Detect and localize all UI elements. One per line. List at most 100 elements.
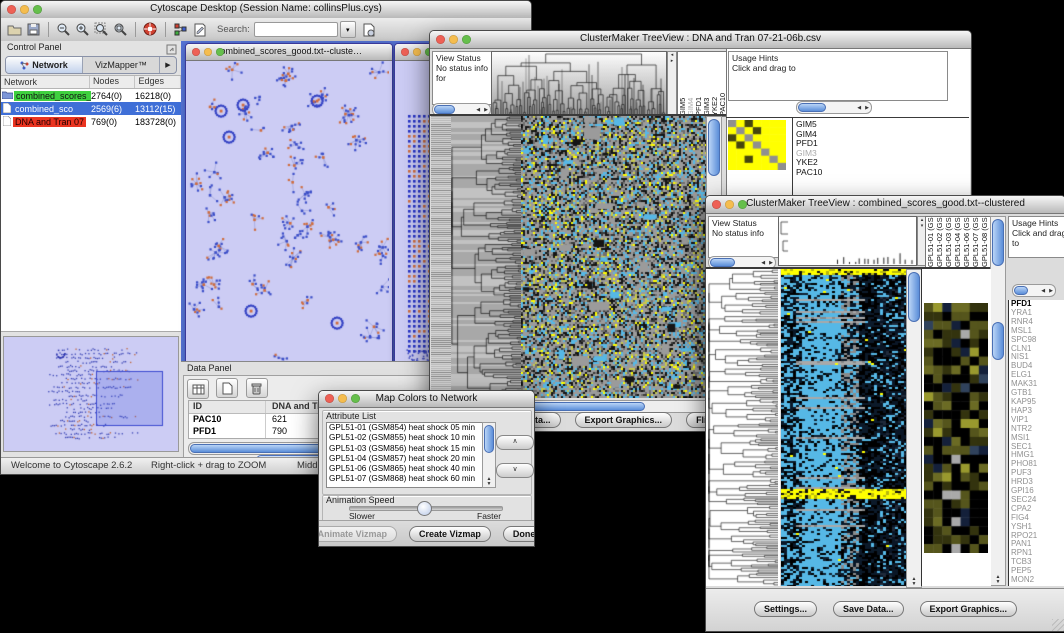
minimize-button[interactable] — [20, 5, 29, 14]
resize-grip[interactable] — [1052, 619, 1064, 631]
column-label[interactable]: GPL51-07 (GSM868) — [971, 217, 980, 267]
zoom-button[interactable] — [462, 35, 471, 44]
save-icon[interactable] — [24, 21, 43, 39]
minimize-button[interactable] — [413, 48, 421, 56]
col-edges[interactable]: Edges — [135, 76, 181, 88]
column-label[interactable]: GPL51-01 (GSM854) — [926, 217, 935, 267]
table-icon[interactable] — [187, 379, 209, 399]
heatmap[interactable] — [521, 116, 706, 398]
network-nodes: 769(0) — [91, 117, 135, 127]
report-icon[interactable] — [360, 21, 379, 39]
zoom-in-icon[interactable] — [73, 21, 92, 39]
usage-hints-text: Click and drag to — [732, 63, 944, 73]
gene-item[interactable]: MON2 — [1011, 576, 1064, 585]
network-list-empty-area — [1, 128, 181, 332]
network-view-window[interactable]: combined_scores_good.txt--cluste… — [185, 43, 393, 371]
network-name: combined_sco — [13, 104, 75, 114]
close-button[interactable] — [7, 5, 16, 14]
minimize-button[interactable] — [338, 394, 347, 403]
network-overview-icon[interactable] — [171, 21, 190, 39]
minimize-button[interactable] — [725, 200, 734, 209]
column-label[interactable]: GPL51-04 (GSM857) — [953, 217, 962, 267]
col-network[interactable]: Network — [1, 76, 90, 88]
column-label[interactable]: GPL51-08 (GSM872) — [980, 217, 989, 267]
tab-network[interactable]: Network — [6, 57, 83, 73]
column-label[interactable]: GIM4 — [686, 52, 694, 116]
col-nodes[interactable]: Nodes — [90, 76, 136, 88]
column-label[interactable]: GIM5 — [678, 52, 686, 116]
row-label-strip[interactable] — [431, 116, 451, 398]
animation-slider-thumb[interactable] — [417, 501, 432, 516]
column-label[interactable]: GPL51-06 (GSM865) — [962, 217, 971, 267]
row-dendrogram[interactable] — [451, 116, 521, 398]
heatmap-vscrollbar[interactable]: ▲▼ — [906, 269, 922, 588]
network-row[interactable]: combined_scores_2764(0)16218(0) — [1, 89, 181, 102]
animate-vizmap-button[interactable]: Animate Vizmap — [318, 526, 397, 542]
zoom-out-icon[interactable] — [54, 21, 73, 39]
move-up-button[interactable]: ∧ — [496, 435, 534, 450]
column-dendrogram[interactable] — [778, 216, 917, 266]
heatmap[interactable] — [781, 269, 906, 586]
attribute-item[interactable]: GPL51-04 (GSM857) heat shock 20 min — [329, 454, 485, 464]
open-icon[interactable] — [5, 21, 24, 39]
help-ring-icon[interactable] — [141, 21, 160, 39]
create-vizmap-button[interactable]: Create Vizmap — [409, 526, 491, 542]
network-row[interactable]: combined_sco2569(6)13112(15) — [1, 102, 181, 115]
close-button[interactable] — [436, 35, 445, 44]
mini-heatmap[interactable] — [728, 120, 786, 170]
zoom-button[interactable] — [216, 48, 224, 56]
attribute-item[interactable]: GPL51-06 (GSM865) heat shock 40 min — [329, 464, 485, 474]
column-label[interactable]: YKE2 — [710, 52, 718, 116]
zoom-button[interactable] — [33, 5, 42, 14]
close-button[interactable] — [192, 48, 200, 56]
move-down-button[interactable]: ∨ — [496, 463, 534, 478]
gene-item[interactable]: PAC10 — [796, 168, 876, 178]
close-button[interactable] — [325, 394, 334, 403]
row-dendrogram[interactable] — [708, 269, 778, 586]
column-label[interactable]: PFD1 — [694, 52, 702, 116]
birdseye-canvas[interactable] — [4, 337, 176, 449]
attribute-item[interactable]: GPL51-03 (GSM856) heat shock 15 min — [329, 444, 485, 454]
label-scroll-arrows[interactable]: ◂▸ — [667, 51, 677, 116]
column-dendrogram[interactable] — [491, 51, 667, 116]
close-button[interactable] — [712, 200, 721, 209]
attribute-item[interactable]: GPL51-01 (GSM854) heat shock 05 min — [329, 423, 485, 433]
attribute-item[interactable]: GPL51-07 (GSM868) heat shock 60 min — [329, 474, 485, 484]
export-graphics-button[interactable]: Export Graphics... — [920, 601, 1018, 617]
export-graphics-button[interactable]: Export Graphics... — [575, 412, 673, 428]
network-row[interactable]: DNA and Tran 07769(0)183728(0) — [1, 115, 181, 128]
column-label[interactable]: GPL51-03 (GSM856) — [944, 217, 953, 267]
gene-list-scrollbar[interactable]: ▲▼ — [990, 216, 1006, 586]
tab-overflow-button[interactable]: ▶ — [160, 57, 176, 73]
minimize-button[interactable] — [204, 48, 212, 56]
close-button[interactable] — [401, 48, 409, 56]
search-input[interactable] — [254, 22, 338, 37]
network-tab-icon — [20, 61, 29, 70]
settings-button[interactable]: Settings... — [754, 601, 817, 617]
mini-heatmap[interactable] — [924, 303, 988, 553]
trash-icon[interactable] — [246, 378, 268, 398]
column-label[interactable]: GIM3 — [702, 52, 710, 116]
cytoscape-titlebar[interactable]: Cytoscape Desktop (Session Name: collins… — [1, 1, 531, 19]
minimize-button[interactable] — [449, 35, 458, 44]
attribute-item[interactable]: GPL51-02 (GSM855) heat shock 10 min — [329, 433, 485, 443]
new-doc-icon[interactable] — [216, 378, 238, 398]
column-label[interactable]: PAC10 — [718, 52, 726, 116]
search-dropdown-icon[interactable]: ▾ — [340, 21, 356, 38]
col-id[interactable]: ID — [189, 401, 266, 413]
usage-hints-scrollbar[interactable]: ◀▶ — [1012, 284, 1056, 297]
zoom-fit-icon[interactable] — [92, 21, 111, 39]
birdseye-view[interactable] — [3, 336, 179, 452]
zoom-button[interactable] — [738, 200, 747, 209]
annotation-icon[interactable] — [190, 21, 209, 39]
tab-vizmapper[interactable]: VizMapper™ — [83, 57, 160, 73]
zoom-selected-icon[interactable] — [111, 21, 130, 39]
zoom-button[interactable] — [351, 394, 360, 403]
usage-hints-scrollbar[interactable]: ◀▶ — [796, 101, 872, 114]
attribute-list-scrollbar[interactable]: ▲▼ — [482, 422, 496, 488]
done-button[interactable]: Done — [503, 526, 535, 542]
bottom-bar: Settings... Save Data... Export Graphics..… — [706, 588, 1064, 632]
network-canvas[interactable] — [187, 61, 389, 368]
save-data-button[interactable]: Save Data... — [833, 601, 904, 617]
column-label[interactable]: GPL51-02 (GSM855) — [935, 217, 944, 267]
